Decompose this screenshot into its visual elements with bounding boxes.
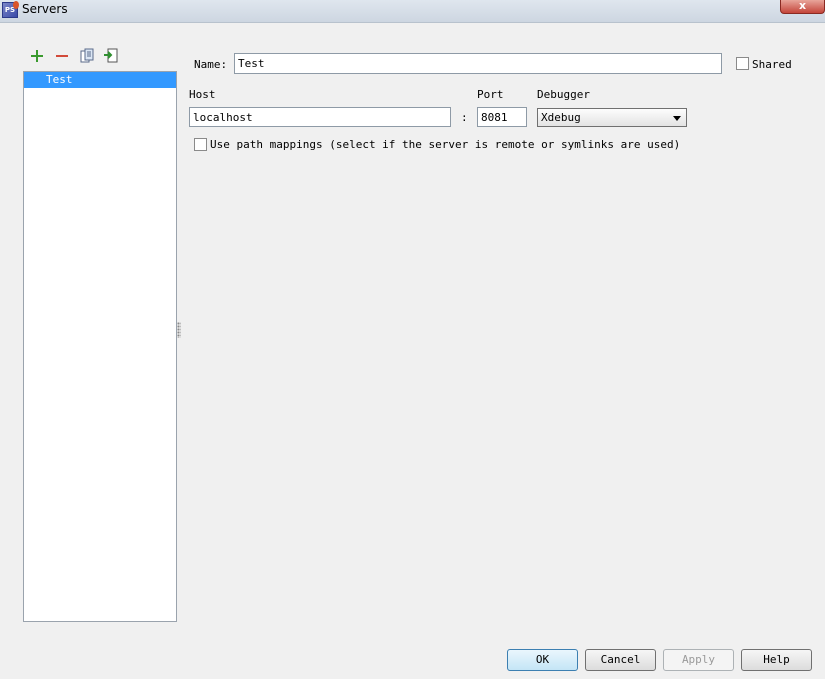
list-item[interactable]: Test: [24, 72, 176, 88]
apply-button[interactable]: Apply: [663, 649, 734, 671]
copy-icon: [80, 48, 94, 63]
debugger-select[interactable]: Xdebug: [537, 108, 687, 127]
path-mappings-label: Use path mappings (select if the server …: [210, 138, 681, 151]
phpstorm-app-icon: PS: [2, 1, 19, 18]
remove-server-button[interactable]: [54, 48, 70, 64]
port-label: Port: [477, 88, 504, 101]
shared-label: Shared: [752, 58, 792, 71]
copy-server-button[interactable]: [79, 48, 95, 64]
debugger-selected-value: Xdebug: [541, 111, 581, 124]
name-field[interactable]: Test: [234, 53, 722, 74]
host-label: Host: [189, 88, 216, 101]
cancel-button[interactable]: Cancel: [585, 649, 656, 671]
import-icon: [104, 48, 118, 63]
host-port-separator: :: [461, 111, 468, 124]
debugger-label: Debugger: [537, 88, 590, 101]
import-server-button[interactable]: [103, 48, 119, 64]
ok-button[interactable]: OK: [507, 649, 578, 671]
path-mappings-checkbox[interactable]: [194, 138, 207, 151]
server-list[interactable]: Test: [23, 71, 177, 622]
add-server-button[interactable]: [29, 48, 45, 64]
close-button[interactable]: x: [780, 0, 825, 14]
host-field[interactable]: localhost: [189, 107, 451, 127]
name-label: Name:: [194, 58, 228, 71]
shared-checkbox[interactable]: [736, 57, 749, 70]
title-bar: PS Servers x: [0, 0, 825, 23]
splitter-handle[interactable]: [177, 322, 181, 338]
chevron-down-icon: [673, 116, 681, 121]
window-title: Servers: [22, 2, 68, 16]
port-field[interactable]: 8081: [477, 107, 527, 127]
help-button[interactable]: Help: [741, 649, 812, 671]
